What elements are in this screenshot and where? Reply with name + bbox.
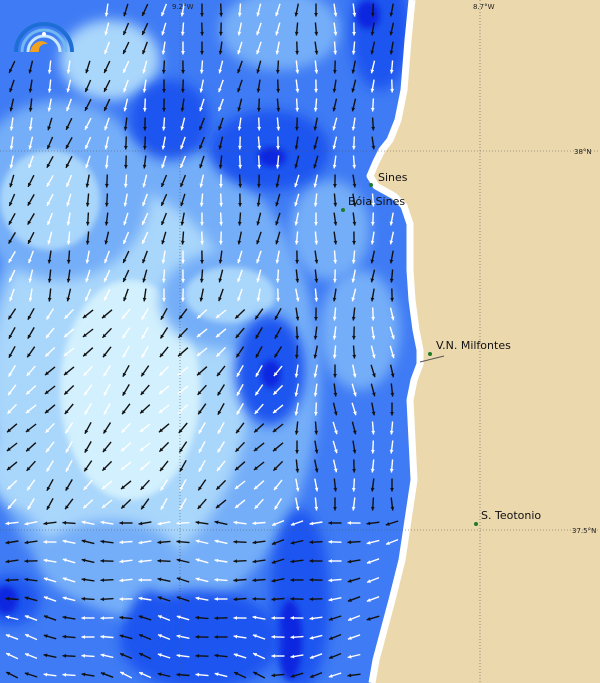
sea-patch <box>258 147 286 167</box>
place-label-milfontes[interactable]: V.N. Milfontes <box>436 339 511 352</box>
place-label-sines[interactable]: Sines <box>378 171 408 184</box>
place-marker-teotonio[interactable] <box>474 522 478 526</box>
place-label-boia-sines[interactable]: Bóia Sines <box>348 195 405 208</box>
place-marker-boia-sines[interactable] <box>341 208 345 212</box>
lon-label-right: 8.7°W <box>473 3 495 11</box>
wave-logo-icon <box>14 22 74 53</box>
lat-label-bottom: 37.5°N <box>572 527 597 535</box>
sea-patch <box>130 80 210 160</box>
sea-patch <box>320 270 400 390</box>
place-label-teotonio[interactable]: S. Teotonio <box>481 509 541 522</box>
sea-patch <box>356 1 380 29</box>
sea-patch <box>278 600 302 680</box>
sea-patch <box>261 360 281 388</box>
place-marker-sines[interactable] <box>369 183 373 187</box>
wave-forecast-map[interactable]: 9.2°W 8.7°W 38°N 37.5°N Sines Bóia Sines… <box>0 0 600 683</box>
lon-label-left: 9.2°W <box>172 3 194 11</box>
lat-label-top: 38°N <box>574 148 592 156</box>
place-marker-milfontes[interactable] <box>428 352 432 356</box>
